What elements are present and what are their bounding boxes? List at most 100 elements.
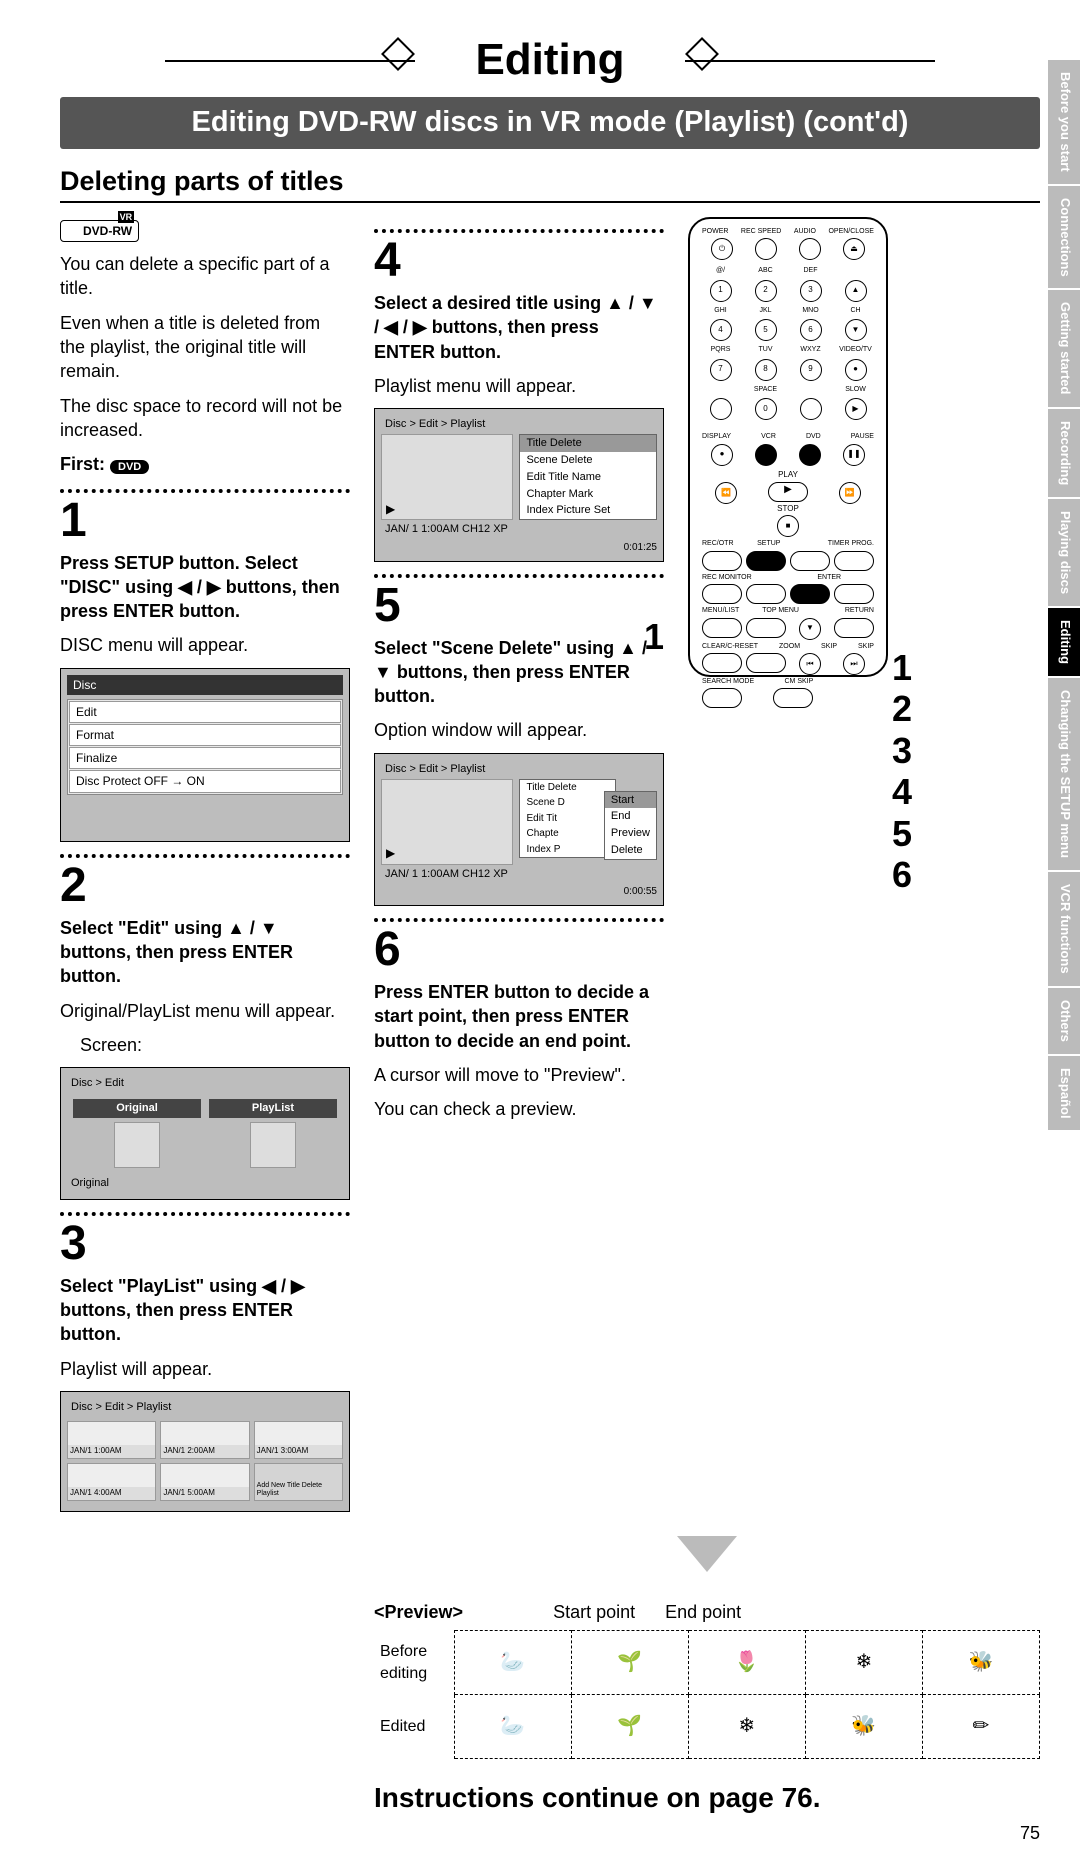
step-2-result: Original/PlayList menu will appear. [60, 999, 350, 1023]
remote-control: POWERREC SPEEDAUDIOOPEN/CLOSE ⏻⏏ @/ABCDE… [688, 217, 888, 677]
step-1-num: 1 [60, 497, 350, 545]
scene-menu-status: JAN/ 1 1:00AM CH12 XP [381, 865, 657, 884]
page-number: 75 [60, 1821, 1040, 1845]
sm-title-delete: Title Delete [520, 780, 614, 796]
original-tab: Original [73, 1099, 201, 1118]
edit-menu-bc: Disc > Edit [67, 1074, 343, 1093]
playlist-menu-time: 0:01:25 [381, 539, 657, 555]
pl-thumb-5: JAN/1 5:00AM [161, 1487, 248, 1500]
edit-menu-caption: Original [67, 1174, 343, 1193]
intro-p3: The disc space to record will not be inc… [60, 394, 350, 443]
original-thumb [114, 1122, 160, 1168]
playlist-grid-screen: Disc > Edit > Playlist JAN/1 1:00AM JAN/… [60, 1391, 350, 1512]
remote-callout-1: 1 [644, 613, 664, 662]
sm-chapter: Chapte [520, 826, 614, 842]
disc-menu-edit: Edit [69, 701, 341, 723]
step-2-num: 2 [60, 862, 350, 910]
tab-espanol[interactable]: Español [1048, 1056, 1080, 1133]
dvdrw-badge: DVD-RW VR [60, 217, 350, 242]
pl-thumb-4: JAN/1 4:00AM [68, 1487, 155, 1500]
dvdrw-logo-text: DVD-RW [83, 224, 132, 238]
pm-index-picture: Index Picture Set [520, 502, 656, 519]
preview-end-label: End point [665, 1600, 741, 1624]
playlist-tab: PlayList [209, 1099, 337, 1118]
tab-recording[interactable]: Recording [1048, 409, 1080, 499]
step-2-instruction: Select "Edit" using ▲ / ▼ buttons, then … [60, 916, 350, 989]
pl-thumb-2: JAN/1 2:00AM [161, 1445, 248, 1458]
sm-delete: Delete [605, 842, 656, 859]
preview-before-label: Before editing [374, 1631, 454, 1695]
step-6-result-1: A cursor will move to "Preview". [374, 1063, 664, 1087]
step-1-result: DISC menu will appear. [60, 633, 350, 657]
pl-thumb-3: JAN/1 3:00AM [255, 1445, 342, 1458]
intro-p2: Even when a title is deleted from the pl… [60, 311, 350, 384]
preview-heading: <Preview> [374, 1600, 463, 1624]
tab-editing[interactable]: Editing [1048, 608, 1080, 678]
step-3-instruction: Select "PlayList" using ◀ / ▶ buttons, t… [60, 1274, 350, 1347]
step-6-num: 6 [374, 926, 664, 974]
step-4-num: 4 [374, 237, 664, 285]
step-2-screen-label: Screen: [60, 1033, 350, 1057]
ornament-left [381, 37, 415, 71]
disc-menu-format: Format [69, 724, 341, 746]
disc-menu-finalize: Finalize [69, 747, 341, 769]
remote-step-callouts: 1 2 3 4 5 6 [892, 647, 912, 895]
step-6-instruction: Press ENTER button to decide a start poi… [374, 980, 664, 1053]
sm-start: Start [605, 792, 656, 809]
scene-preview-pane: ▶ [381, 779, 513, 865]
step-4-result: Playlist menu will appear. [374, 374, 664, 398]
playlist-grid-bc: Disc > Edit > Playlist [67, 1398, 343, 1417]
preview-edited-label: Edited [374, 1695, 454, 1759]
step-1-instruction: Press SETUP button. Select "DISC" using … [60, 551, 350, 624]
sm-preview: Preview [605, 825, 656, 842]
sm-end: End [605, 808, 656, 825]
tab-getting-started[interactable]: Getting started [1048, 290, 1080, 408]
playlist-menu-status: JAN/ 1 1:00AM CH12 XP [381, 520, 657, 539]
sm-edit-tit: Edit Tit [520, 811, 614, 827]
arrow-down-icon [677, 1536, 737, 1572]
disc-menu-header: Disc [67, 675, 343, 695]
tab-setup-menu[interactable]: Changing the SETUP menu [1048, 678, 1080, 872]
pm-edit-title-name: Edit Title Name [520, 469, 656, 486]
pm-scene-delete: Scene Delete [520, 452, 656, 469]
pl-thumb-1: JAN/1 1:00AM [68, 1445, 155, 1458]
tab-vcr[interactable]: VCR functions [1048, 872, 1080, 988]
first-badge: DVD [110, 460, 149, 474]
step-4-instruction: Select a desired title using ▲ / ▼ / ◀ /… [374, 291, 664, 364]
step-5-instruction: Select "Scene Delete" using ▲ / ▼ button… [374, 636, 664, 709]
section-heading: Deleting parts of titles [60, 163, 1040, 203]
playlist-menu-bc: Disc > Edit > Playlist [381, 415, 657, 434]
ornament-right [685, 37, 719, 71]
playlist-thumb [250, 1122, 296, 1168]
step-5-num: 5 [374, 582, 664, 630]
playlist-preview-pane: ▶ [381, 434, 513, 520]
side-tabs: Before you start Connections Getting sta… [1048, 60, 1080, 1132]
tab-before[interactable]: Before you start [1048, 60, 1080, 186]
tab-connections[interactable]: Connections [1048, 186, 1080, 291]
first-label: First: [60, 454, 105, 474]
preview-diagram: Before editing 🦢🌱🌷❄🐝 Edited 🦢🌱❄🐝✏ [374, 1630, 1040, 1759]
step-3-result: Playlist will appear. [60, 1357, 350, 1381]
continue-note: Instructions continue on page 76. [374, 1779, 1040, 1817]
pl-thumb-add: Add New Title Delete Playlist [255, 1480, 342, 1499]
scene-menu-bc: Disc > Edit > Playlist [381, 760, 657, 779]
step-5-result: Option window will appear. [374, 718, 664, 742]
step-6-result-2: You can check a preview. [374, 1097, 664, 1121]
disc-menu-protect: Disc Protect OFF → ON [69, 770, 341, 792]
intro-p1: You can delete a specific part of a titl… [60, 252, 350, 301]
page-title-banner: Editing [60, 30, 1040, 89]
edit-menu-screen: Disc > Edit Original PlayList Original [60, 1067, 350, 1200]
disc-menu-screen: Disc Edit Format Finalize Disc Protect O… [60, 668, 350, 842]
sm-scene: Scene D [520, 795, 614, 811]
tab-playing-discs[interactable]: Playing discs [1048, 499, 1080, 608]
page-title: Editing [415, 30, 684, 89]
sm-index: Index P [520, 842, 614, 858]
tab-others[interactable]: Others [1048, 988, 1080, 1056]
playlist-menu-screen: Disc > Edit > Playlist ▶ Title Delete Sc… [374, 408, 664, 561]
preview-start-label: Start point [553, 1600, 635, 1624]
pm-title-delete: Title Delete [520, 435, 656, 452]
dvdrw-vr: VR [118, 211, 135, 223]
pm-chapter-mark: Chapter Mark [520, 486, 656, 503]
page-subtitle: Editing DVD-RW discs in VR mode (Playlis… [60, 97, 1040, 148]
scene-menu-time: 0:00:55 [381, 883, 657, 899]
